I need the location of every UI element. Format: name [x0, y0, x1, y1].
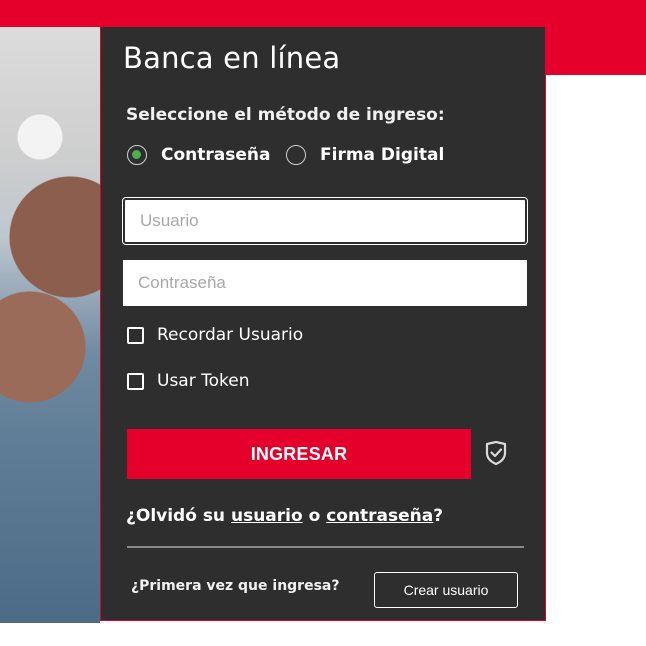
radio-contrasena[interactable]: Contraseña — [127, 143, 270, 167]
forgot-password-link[interactable]: contraseña — [326, 506, 433, 526]
page-background-bottom — [0, 623, 100, 646]
method-label: Seleccione el método de ingreso: — [126, 105, 445, 125]
shield-check-icon[interactable] — [484, 440, 508, 466]
radio-label-firma-digital[interactable]: Firma Digital — [320, 145, 444, 165]
username-input[interactable] — [123, 198, 527, 244]
remember-user-checkbox[interactable] — [127, 326, 144, 344]
forgot-username-link[interactable]: usuario — [231, 506, 303, 526]
remember-user-label[interactable]: Recordar Usuario — [157, 325, 303, 345]
ingresar-button[interactable]: INGRESAR — [127, 429, 471, 479]
background-photo — [0, 27, 100, 623]
first-time-text: ¿Primera vez que ingresa? — [131, 578, 340, 594]
divider — [127, 546, 524, 548]
remember-user-row[interactable]: Recordar Usuario — [127, 325, 303, 345]
page-background — [547, 75, 646, 646]
password-input[interactable] — [123, 260, 527, 306]
use-token-label[interactable]: Usar Token — [157, 371, 249, 391]
forgot-middle: o — [302, 506, 327, 526]
create-user-button[interactable]: Crear usuario — [374, 572, 518, 608]
radio-firma-digital[interactable]: Firma Digital — [286, 143, 444, 167]
login-panel: Banca en línea Seleccione el método de i… — [100, 26, 546, 621]
use-token-checkbox[interactable] — [127, 372, 144, 390]
forgot-credentials-text: ¿Olvidó su usuario o contraseña? — [126, 506, 443, 526]
radio-button-selected[interactable] — [127, 145, 147, 165]
radio-label-contrasena[interactable]: Contraseña — [161, 145, 270, 165]
panel-title: Banca en línea — [123, 41, 341, 75]
forgot-prefix: ¿Olvidó su — [126, 506, 231, 526]
radio-button[interactable] — [286, 145, 306, 165]
forgot-suffix: ? — [433, 506, 444, 526]
use-token-row[interactable]: Usar Token — [127, 371, 249, 391]
